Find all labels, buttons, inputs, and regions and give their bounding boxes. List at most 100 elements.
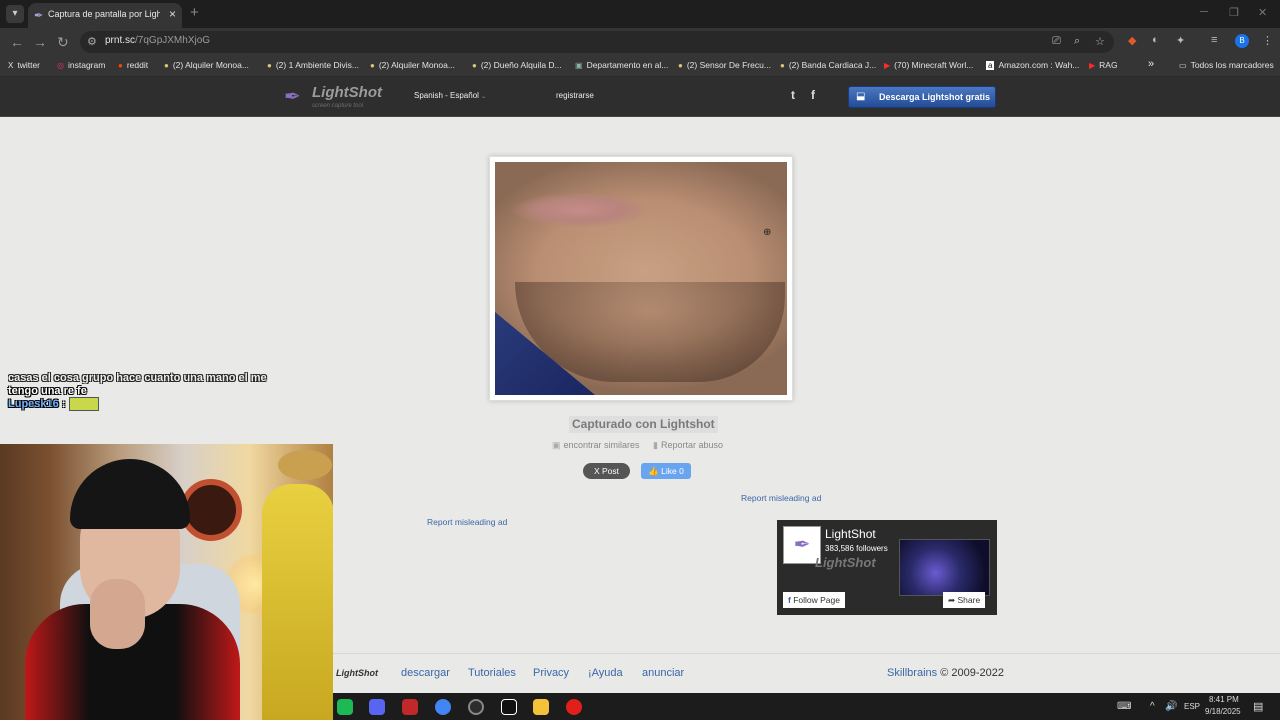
url-text[interactable]: prnt.sc/7qGpJXMhXjoG — [105, 35, 210, 46]
taskbar-chrome-icon[interactable] — [435, 699, 451, 715]
marketplace-icon: ● — [164, 61, 169, 70]
language-selector[interactable]: Spanish - Español ⌄ — [414, 91, 486, 100]
chat-faded-message: casas el cosa grupo hace cuanto una mano… — [8, 372, 267, 384]
register-link[interactable]: registrarse — [556, 91, 594, 100]
browser-tab-bar: ▾ ✒ Captura de pantalla por Lightshot × … — [0, 0, 1280, 28]
bookmark-label: (70) Minecraft Worl... — [894, 60, 974, 70]
bookmark-rag[interactable]: ▶ RAG — [1089, 60, 1118, 70]
taskbar-opera-icon[interactable] — [566, 699, 582, 715]
back-icon[interactable]: ← — [10, 34, 24, 50]
restore-icon[interactable]: ❐ — [1229, 6, 1239, 19]
site-info-icon[interactable]: ⚙ — [87, 35, 97, 48]
bookmark-label: (2) Banda Cardiaca J... — [788, 60, 877, 70]
taskbar-file-explorer-icon[interactable] — [533, 699, 549, 715]
tray-chevron-up-icon[interactable]: ^ — [1150, 701, 1155, 712]
bookmark-ambiente[interactable]: ● (2) 1 Ambiente Divis... — [267, 60, 359, 70]
share-label: Share — [957, 595, 981, 605]
menu-kebab-icon[interactable]: ⋮ — [1262, 34, 1273, 47]
twitter-icon[interactable]: t — [791, 88, 795, 102]
bookmark-departamento[interactable]: ▣ Departamento en al... — [575, 60, 668, 70]
bookmark-dueno[interactable]: ● (2) Dueño Alquila D... — [472, 60, 562, 70]
clock-time[interactable]: 8:41 PM — [1209, 695, 1239, 704]
bookmark-sensor[interactable]: ● (2) Sensor De Frecu... — [678, 60, 771, 70]
facebook-icon[interactable]: f — [811, 88, 815, 102]
bookmark-reddit[interactable]: ● reddit — [118, 60, 148, 70]
taskbar-discord-icon[interactable] — [369, 699, 385, 715]
share-button[interactable]: ➦ Share — [943, 592, 986, 608]
fb-cover-thumbnail — [899, 539, 990, 596]
profile-avatar[interactable]: B — [1235, 34, 1249, 48]
marketplace-icon: ● — [267, 61, 272, 70]
bookmark-star-icon[interactable]: ☆ — [1095, 35, 1105, 48]
footer-link-ayuda[interactable]: ¡Ayuda — [588, 667, 623, 679]
extensions-puzzle-icon[interactable]: ✦ — [1176, 34, 1185, 47]
follow-page-label: Follow Page — [793, 595, 840, 605]
bookmark-instagram[interactable]: ◎ instagram — [57, 60, 105, 70]
footer-link-privacy[interactable]: Privacy — [533, 667, 569, 679]
active-tab[interactable]: ✒ Captura de pantalla por Lightshot × — [28, 3, 182, 28]
follow-page-button[interactable]: f Follow Page — [783, 592, 845, 608]
chat-username: Lupesk16 — [8, 397, 59, 410]
x-logo-icon: X — [8, 61, 14, 70]
clock-date[interactable]: 9/18/2025 — [1205, 707, 1241, 716]
bookmark-amazon[interactable]: a Amazon.com : Wah... — [986, 60, 1079, 70]
streamer-cap — [70, 459, 190, 529]
extension-2-icon[interactable]: ◐ — [1152, 34, 1159, 46]
lightshot-favicon-icon: ✒ — [34, 10, 44, 22]
find-similar-link[interactable]: ▣ encontrar similares — [552, 440, 640, 451]
bookmark-label: (2) Alquiler Monoa... — [172, 60, 249, 70]
url-host: prnt.sc — [105, 35, 136, 46]
facebook-like-button[interactable]: 👍 Like 0 — [641, 463, 691, 479]
bookmark-alquiler-1[interactable]: ● (2) Alquiler Monoa... — [164, 60, 249, 70]
marketplace-icon: ● — [678, 61, 683, 70]
window-close-icon[interactable]: ✕ — [1258, 6, 1267, 19]
bookmark-twitter[interactable]: Xtwitter — [8, 60, 40, 70]
report-misleading-ad-right[interactable]: Report misleading ad — [741, 493, 821, 503]
bookmark-alquiler-2[interactable]: ● (2) Alquiler Monoa... — [370, 60, 455, 70]
skillbrains-link[interactable]: Skillbrains — [887, 667, 937, 679]
footer-link-descargar[interactable]: descargar — [401, 667, 450, 679]
taskbar-obs-icon[interactable] — [468, 699, 484, 715]
all-bookmarks-folder[interactable]: ▭ Todos los marcadores — [1179, 60, 1274, 70]
marketplace-icon: ● — [370, 61, 375, 70]
taskbar-capcut-icon[interactable] — [501, 699, 517, 715]
marketplace-icon: ● — [780, 61, 785, 70]
report-misleading-ad-left[interactable]: Report misleading ad — [427, 517, 507, 527]
screenshot-image[interactable]: ⊕ — [495, 162, 787, 395]
logo-tagline: screen capture tool — [312, 103, 364, 109]
bookmark-minecraft[interactable]: ▶ (70) Minecraft Worl... — [884, 60, 973, 70]
footer-logo[interactable]: LightShot — [336, 668, 378, 678]
taskbar-spotify-icon[interactable] — [337, 699, 353, 715]
lightshot-logo[interactable]: ✒ LightShot screen capture tool — [284, 82, 384, 114]
x-post-button[interactable]: X Post — [583, 463, 630, 479]
tab-search-button[interactable]: ▾ — [6, 5, 24, 23]
bookmarks-bar: Xtwitter ◎ instagram ● reddit ● (2) Alquile… — [0, 56, 1280, 77]
notifications-icon[interactable]: ▤ — [1253, 700, 1263, 713]
extension-icon[interactable]: ◆ — [1128, 34, 1136, 47]
cast-icon[interactable]: ⎚ — [1052, 35, 1061, 48]
bookmark-label: (2) Sensor De Frecu... — [686, 60, 771, 70]
facebook-icon: f — [788, 595, 791, 605]
address-bar[interactable]: ⚙ prnt.sc/7qGpJXMhXjoG ⎚ ⌕ ☆ — [80, 31, 1114, 53]
minimize-icon[interactable]: ─ — [1200, 6, 1208, 18]
stream-chat-overlay: casas el cosa grupo hace cuanto una mano… — [8, 372, 268, 411]
footer-link-anunciar[interactable]: anunciar — [642, 667, 684, 679]
report-abuse-link[interactable]: ▮ Reportar abuso — [653, 440, 723, 451]
straw-hat — [278, 450, 332, 480]
chat-emote — [68, 397, 99, 411]
taskbar-game-app-icon[interactable] — [402, 699, 418, 715]
zoom-icon[interactable]: ⌕ — [1074, 35, 1080, 48]
download-lightshot-button[interactable]: ⬓ Descarga Lightshot gratis — [848, 86, 996, 108]
language-indicator[interactable]: ESP — [1184, 702, 1200, 711]
tab-close-icon[interactable]: × — [169, 7, 176, 21]
new-tab-button[interactable]: + — [190, 4, 199, 21]
bookmark-banda[interactable]: ● (2) Banda Cardiaca J... — [780, 60, 876, 70]
footer-link-tutoriales[interactable]: Tutoriales — [468, 667, 516, 679]
media-control-icon[interactable]: ≡ — [1211, 34, 1217, 46]
keyboard-icon[interactable]: ⌨ — [1117, 701, 1131, 712]
bookmarks-overflow-button[interactable]: » — [1148, 58, 1154, 70]
reload-icon[interactable]: ↻ — [57, 34, 69, 51]
volume-icon[interactable]: 🔊 — [1165, 701, 1177, 712]
forward-icon[interactable]: → — [33, 34, 47, 50]
fb-page-name[interactable]: LightShot — [825, 527, 876, 541]
